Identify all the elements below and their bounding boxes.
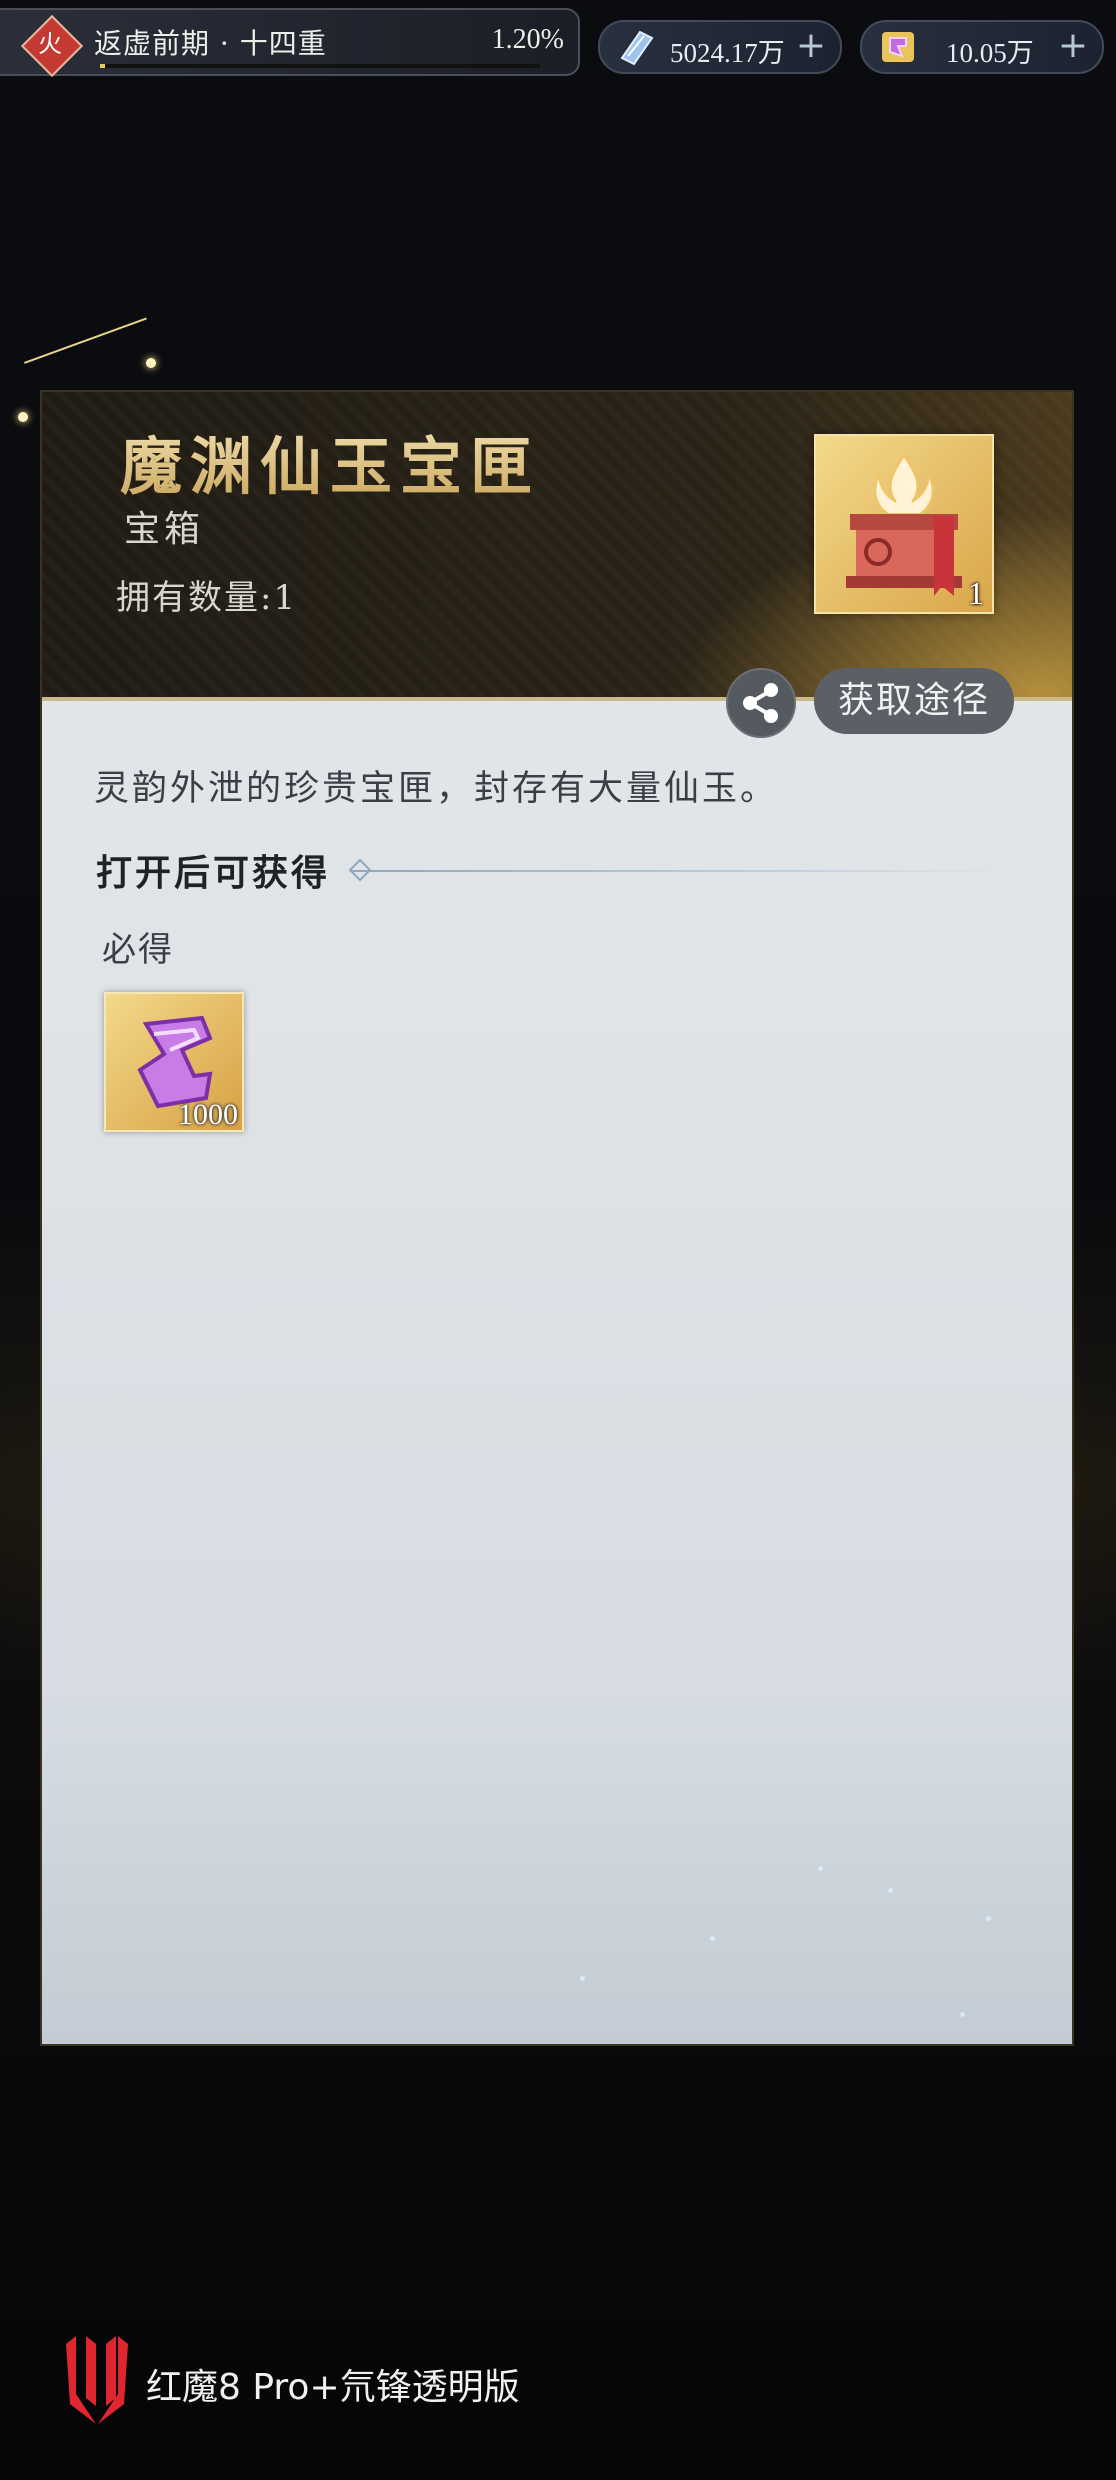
item-description: 灵韵外泄的珍贵宝匣，封存有大量仙玉。 (94, 769, 779, 809)
reward-item-tile[interactable]: 1000 (104, 992, 244, 1132)
rewards-section-title: 打开后可获得 (96, 852, 331, 894)
sparkle-decoration (960, 2012, 965, 2017)
sparkle-decoration (580, 1976, 585, 1981)
item-thumbnail-count: 1 (968, 575, 984, 611)
star-decoration (146, 358, 156, 368)
item-owned-count: 拥有数量:1 (116, 578, 298, 618)
item-thumbnail: 1 (814, 434, 994, 614)
spirit-crystal-amount: 5024.17万 (670, 38, 785, 68)
realm-progress-fill (100, 64, 106, 68)
top-status-bar: 火 返虚前期 · 十四重 1.20% 5024.17万 + 10.05万 + (0, 0, 1116, 80)
red-magic-logo-icon (66, 2336, 128, 2424)
obtain-source-button[interactable]: 获取途径 (814, 668, 1014, 734)
add-spirit-crystal-button[interactable]: + (796, 26, 826, 66)
currency-immortal-jade: 10.05万 + (860, 20, 1104, 74)
item-detail-card: 魔渊仙玉宝匣 宝箱 拥有数量:1 1 获取途径 灵韵外泄的珍贵宝匣，封存有大量仙… (42, 392, 1072, 2044)
item-header: 魔渊仙玉宝匣 宝箱 拥有数量:1 1 获取途径 (42, 392, 1072, 738)
share-icon (743, 683, 778, 723)
sparkle-decoration (818, 1866, 823, 1871)
currency-spirit-crystal: 5024.17万 + (598, 20, 842, 74)
element-badge-label: 火 (38, 30, 62, 58)
immortal-jade-amount: 10.05万 (946, 38, 1034, 68)
item-type: 宝箱 (124, 509, 205, 550)
cultivation-realm-panel[interactable]: 火 返虚前期 · 十四重 1.20% (0, 8, 580, 78)
realm-name: 返虚前期 · 十四重 (94, 27, 327, 60)
item-name: 魔渊仙玉宝匣 (120, 416, 540, 506)
sparkle-decoration (710, 1936, 715, 1941)
add-immortal-jade-button[interactable]: + (1058, 26, 1088, 66)
sparkle-decoration (888, 1888, 893, 1893)
immortal-jade-icon (882, 32, 914, 62)
realm-progress-bar (100, 64, 540, 68)
spirit-crystal-icon (620, 30, 654, 66)
star-decoration (18, 412, 28, 422)
share-button[interactable] (726, 668, 796, 738)
section-divider (350, 870, 1010, 872)
treasure-box-icon (846, 454, 962, 596)
realm-progress-text: 1.20% (491, 24, 564, 55)
device-watermark: 红魔8 Pro+氘锋透明版 (146, 2367, 520, 2408)
reward-quantity: 1000 (178, 1098, 238, 1131)
sparkle-decoration (986, 1916, 991, 1921)
guaranteed-label: 必得 (102, 930, 174, 970)
